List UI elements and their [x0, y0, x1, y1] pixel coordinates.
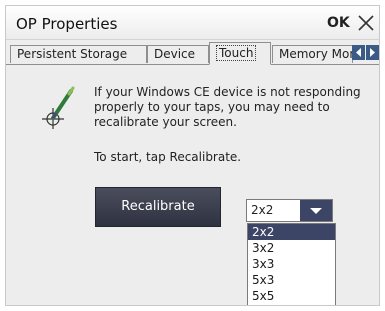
- tab-memory-monitoring[interactable]: Memory Monitoring: [272, 45, 353, 63]
- tab-touch[interactable]: Touch: [209, 42, 271, 65]
- title-bar: OP Properties OK: [6, 6, 379, 40]
- tab-scroll-left-button[interactable]: [352, 45, 365, 60]
- tab-label: Device: [154, 47, 196, 61]
- chevron-down-icon: [310, 208, 322, 214]
- tab-scroll-right-button[interactable]: [366, 45, 379, 60]
- dropdown-button[interactable]: [300, 200, 332, 221]
- option-5x3[interactable]: 5x3: [248, 272, 335, 288]
- recalibrate-button[interactable]: Recalibrate: [95, 187, 221, 227]
- touch-panel: If your Windows CE device is not respond…: [6, 65, 379, 305]
- option-3x3[interactable]: 3x3: [248, 256, 335, 272]
- option-5x5[interactable]: 5x5: [248, 288, 335, 304]
- option-2x2[interactable]: 2x2: [248, 224, 335, 240]
- start-instruction: To start, tap Recalibrate.: [94, 150, 242, 164]
- close-icon: [358, 15, 374, 31]
- tab-scroll-right-icon: [370, 48, 375, 57]
- tab-label: Touch: [216, 45, 257, 61]
- tab-scroll-left-icon: [356, 48, 361, 57]
- calibration-grid-select[interactable]: 2x2: [246, 199, 333, 222]
- tab-persistent-storage[interactable]: Persistent Storage: [10, 45, 147, 63]
- option-3x2[interactable]: 3x2: [248, 240, 335, 256]
- tab-device[interactable]: Device: [147, 45, 209, 63]
- window-title: OP Properties: [16, 15, 118, 33]
- ok-button[interactable]: OK: [327, 12, 350, 34]
- close-button[interactable]: [356, 12, 376, 34]
- calibration-message: If your Windows CE device is not respond…: [94, 85, 361, 129]
- op-properties-window: OP Properties OK Persistent Storage Devi…: [5, 5, 380, 306]
- tab-label: Persistent Storage: [17, 47, 128, 61]
- select-value: 2x2: [251, 203, 274, 217]
- tab-label: Memory Monitoring: [279, 47, 352, 61]
- grid-options-list: 2x2 3x2 3x3 5x3 5x5: [247, 223, 336, 305]
- tab-strip: Persistent Storage Device Touch Memory M…: [6, 40, 379, 65]
- stylus-crosshair-icon: [42, 86, 75, 129]
